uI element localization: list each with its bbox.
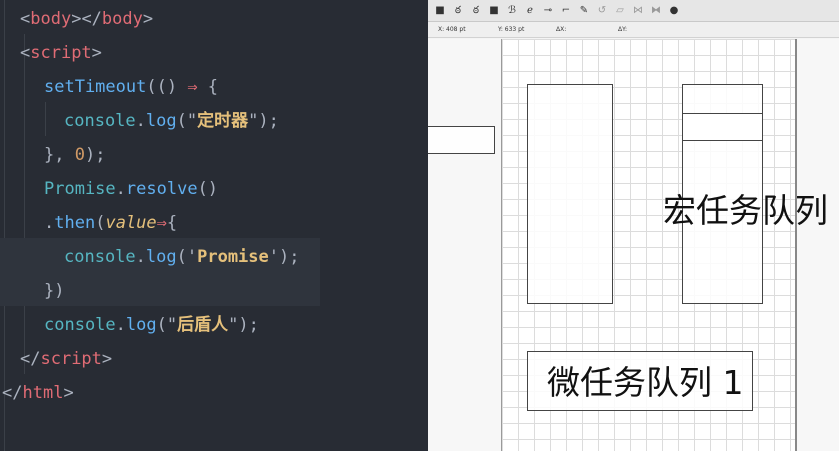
drawing-toolbar: ■ ఠ ఠ ■ ℬ ℯ ⊸ ⌐ ✎ ↺ ▱ ⋈ ⧓ ● (428, 0, 839, 22)
code-token: > (101, 349, 113, 369)
code-token: '); (268, 247, 300, 267)
select-tool-icon[interactable]: ■ (432, 3, 448, 19)
text-tool-icon[interactable]: ℬ (504, 3, 520, 19)
line-tool-icon[interactable]: ⌐ (558, 3, 574, 19)
code-token: { (197, 77, 219, 97)
code-line[interactable]: }, 0); (44, 138, 105, 172)
code-token: script (40, 349, 102, 369)
offpage-rect[interactable] (428, 126, 495, 154)
code-token: (() (146, 77, 188, 97)
code-token: "); (228, 315, 259, 335)
lasso-subtract-icon[interactable]: ఠ (468, 3, 484, 19)
code-token: body (30, 9, 72, 29)
code-token: . (115, 179, 126, 199)
code-line[interactable]: <body></body> (20, 2, 153, 36)
code-token: then (54, 213, 96, 233)
code-token: ></ (71, 9, 102, 29)
code-token: < (20, 9, 31, 29)
code-token: . (115, 315, 126, 335)
code-line[interactable]: console.log('Promise'); (64, 240, 299, 274)
connector-icon[interactable]: ⊸ (540, 3, 556, 19)
indent-guide (24, 34, 25, 374)
code-line[interactable]: </html> (2, 376, 74, 410)
redo-icon[interactable]: ▱ (612, 3, 628, 19)
code-line[interactable]: }) (44, 274, 64, 308)
code-token: console (44, 315, 116, 335)
code-token: () (197, 179, 219, 199)
code-token: > (142, 9, 154, 29)
code-token: script (30, 43, 92, 63)
lasso-tool-icon[interactable]: ఠ (450, 3, 466, 19)
coordinate-bar: X: 408 pt Y: 633 pt ΔX: ΔY: (428, 22, 839, 38)
code-token: setTimeout (44, 77, 147, 97)
code-token: log (145, 247, 177, 267)
code-token: ⇒ (187, 77, 198, 97)
indent-guide (45, 102, 46, 136)
info-icon[interactable]: ● (666, 3, 682, 19)
macro-task-queue-label[interactable]: 宏任务队列 (663, 184, 828, 232)
code-token: body (101, 9, 143, 29)
code-token: 定时器 (197, 111, 249, 131)
code-editor[interactable]: <body></body> <script> setTimeout(() ⇒ {… (0, 0, 428, 451)
code-line[interactable]: console.log("后盾人"); (44, 308, 259, 342)
coord-dy: ΔY: (618, 26, 627, 33)
coord-dx: ΔX: (556, 26, 567, 33)
code-token: Promise (44, 179, 116, 199)
code-token: resolve (125, 179, 198, 199)
drawing-canvas[interactable]: 宏任务队列 微任务队列 1 (428, 39, 839, 451)
code-token: { (166, 213, 178, 233)
micro-task-queue-label[interactable]: 微任务队列 1 (547, 356, 744, 404)
pen-tool-icon[interactable]: ✎ (576, 3, 592, 19)
code-line[interactable]: setTimeout(() ⇒ { (44, 70, 218, 104)
code-token: console (64, 111, 136, 131)
code-token: </ (2, 383, 23, 403)
code-token: < (20, 43, 31, 63)
drawing-app: ■ ఠ ఠ ■ ℬ ℯ ⊸ ⌐ ✎ ↺ ▱ ⋈ ⧓ ● X: 408 pt Y:… (428, 0, 839, 451)
code-token: ⇒ (156, 213, 167, 233)
code-token: > (63, 383, 74, 403)
code-token: }, (44, 145, 75, 165)
code-token: }) (44, 281, 65, 301)
code-line[interactable]: Promise.resolve() (44, 172, 218, 206)
queue-slot[interactable] (682, 113, 763, 141)
code-token: . (44, 213, 55, 233)
code-token: 0 (74, 145, 85, 165)
code-token: console (64, 247, 136, 267)
undo-icon[interactable]: ↺ (594, 3, 610, 19)
code-token: "); (248, 111, 279, 131)
align-icon[interactable]: ⧓ (648, 3, 664, 19)
code-line[interactable]: <script> (20, 36, 102, 70)
rect-select-icon[interactable]: ■ (486, 3, 502, 19)
coord-y: Y: 633 pt (498, 26, 525, 33)
code-line[interactable]: </script> (20, 342, 112, 376)
code-token: html (22, 383, 64, 403)
code-token: value (105, 213, 157, 233)
code-token: log (125, 315, 157, 335)
queue-box-left[interactable] (527, 84, 613, 304)
code-line[interactable]: console.log("定时器"); (64, 104, 279, 138)
coord-x: X: 408 pt (438, 26, 466, 33)
code-token: Promise (197, 247, 269, 267)
code-token: (' (176, 247, 198, 267)
code-token: ); (84, 145, 106, 165)
code-token: ( (95, 213, 106, 233)
code-token: > (91, 43, 102, 63)
code-token: </ (20, 349, 41, 369)
code-token: 后盾人 (177, 315, 229, 335)
flip-icon[interactable]: ⋈ (630, 3, 646, 19)
code-token: . (135, 111, 146, 131)
code-line[interactable]: .then(value⇒{ (44, 206, 177, 240)
code-token: log (145, 111, 177, 131)
code-token: (" (176, 111, 198, 131)
brush-tool-icon[interactable]: ℯ (522, 3, 538, 19)
code-token: . (135, 247, 146, 267)
drawing-page[interactable]: 宏任务队列 微任务队列 1 (501, 39, 828, 451)
code-token: (" (156, 315, 178, 335)
